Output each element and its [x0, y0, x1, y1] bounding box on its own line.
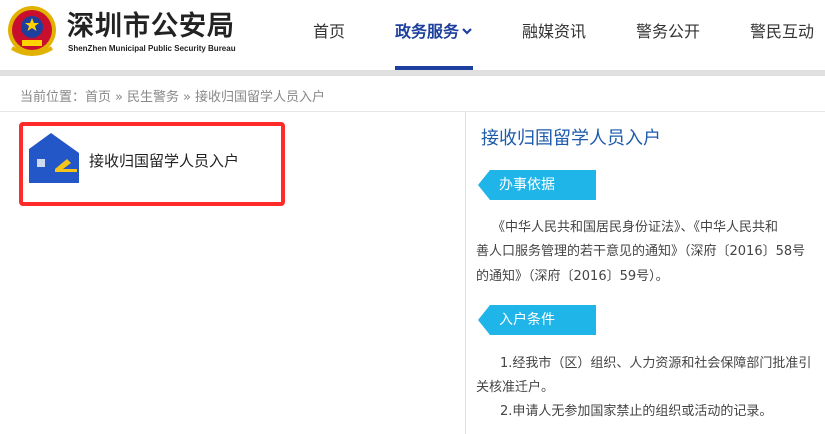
police-emblem-icon[interactable]: [6, 4, 58, 58]
nav-services[interactable]: 政务服务: [395, 18, 472, 42]
nav-media-news[interactable]: 融媒资讯: [522, 18, 586, 42]
breadcrumb-current: 接收归国留学人员入户: [194, 90, 325, 105]
condition-line: 2.申请人无参加国家禁止的组织或活动的记录。: [500, 404, 773, 419]
breadcrumb: 当前位置：首页» 民生警务» 接收归国留学人员入户: [20, 86, 325, 105]
service-card[interactable]: 接收归国留学人员入户: [19, 122, 285, 206]
brand-name-cn[interactable]: 深圳市公安局: [67, 4, 235, 43]
breadcrumb-prefix: 当前位置：: [20, 90, 86, 105]
breadcrumb-separator: »: [183, 90, 191, 105]
breadcrumb-divider: [0, 111, 825, 112]
basis-line: 的通知》（深府〔2016〕59号）。: [476, 269, 669, 284]
brand-name-en[interactable]: ShenZhen Municipal Public Security Burea…: [68, 44, 236, 53]
basis-line: 《中华人民共和国居民身份证法》、《中华人民共和: [492, 220, 779, 235]
header-divider: [0, 70, 825, 76]
site-header: 深圳市公安局 ShenZhen Municipal Public Securit…: [0, 0, 825, 70]
condition-line: 关核准迁户。: [476, 380, 555, 395]
nav-label: 首页: [313, 22, 346, 41]
basis-line: 善人口服务管理的若干意见的通知》（深府〔2016〕58号: [476, 244, 806, 259]
basis-tag: 办事依据: [478, 170, 596, 200]
nav-label: 警务公开: [636, 22, 701, 41]
breadcrumb-livelihood[interactable]: 民生警务: [127, 90, 179, 105]
nav-police-affairs[interactable]: 警务公开: [636, 18, 700, 42]
nav-label: 警民互动: [750, 22, 815, 41]
service-label: 接收归国留学人员入户: [89, 152, 240, 170]
nav-home[interactable]: 首页: [313, 18, 345, 42]
column-divider: [465, 112, 466, 434]
chevron-down-icon: [462, 28, 472, 35]
breadcrumb-home[interactable]: 首页: [85, 90, 111, 105]
detail-title: 接收归国留学人员入户: [481, 128, 661, 149]
breadcrumb-separator: »: [115, 90, 123, 105]
condition-line: 1.经我市（区）组织、人力资源和社会保障部门批准引: [500, 356, 812, 371]
conditions-tag: 入户条件: [478, 305, 596, 335]
nav-label: 融媒资讯: [522, 22, 587, 41]
nav-interaction[interactable]: 警民互动: [750, 18, 814, 42]
house-icon: [29, 133, 79, 183]
nav-label: 政务服务: [395, 22, 460, 41]
